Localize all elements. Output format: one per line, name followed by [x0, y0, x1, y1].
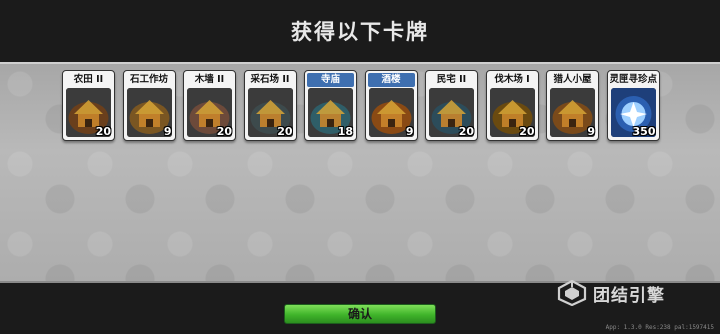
engine-name: 团结引擎 [593, 285, 665, 306]
reward-title: 获得以下卡牌 [291, 20, 429, 44]
reward-card[interactable]: 寺庙 18 [304, 70, 357, 141]
reward-card[interactable]: 伐木场 I 20 [485, 70, 539, 141]
reward-card[interactable]: 灵匣寻珍点数 350 [606, 70, 660, 141]
reward-card[interactable]: 木墙 II 20 [183, 70, 236, 141]
card-count: 9 [587, 125, 595, 138]
card-count: 9 [163, 125, 172, 138]
card-label: 木墙 II [194, 74, 225, 85]
reward-card[interactable]: 农田 II 20 [62, 70, 115, 141]
engine-logo-icon [557, 280, 587, 306]
card-count: 20 [216, 125, 232, 138]
card-count: 20 [458, 125, 474, 138]
card-label: 农田 II [73, 74, 104, 85]
confirm-button[interactable]: 确认 [284, 304, 436, 324]
card-count: 20 [519, 125, 535, 138]
card-label: 民宅 II [436, 74, 467, 85]
version-text: App: 1.3.0 Res:238 pal:1597415 [605, 324, 714, 331]
card-count: 350 [632, 125, 656, 138]
card-label: 灵匣寻珍点数 [609, 74, 657, 85]
card-label: 伐木场 I [494, 74, 530, 85]
card-count: 20 [277, 125, 293, 138]
reward-card[interactable]: 民宅 II 20 [425, 70, 478, 141]
card-label: 石工作坊 [129, 74, 168, 85]
card-label: 采石场 II [250, 74, 290, 85]
card-count: 20 [95, 125, 111, 138]
card-label: 寺庙 [307, 73, 354, 87]
reward-card[interactable]: 酒楼 9 [364, 70, 418, 141]
engine-brand: 团结引擎 [557, 280, 665, 306]
reward-card[interactable]: 猎人小屋 9 [546, 70, 599, 141]
card-label: 酒楼 [367, 73, 415, 87]
reward-card[interactable]: 石工作坊 9 [122, 70, 176, 141]
card-count: 9 [405, 125, 414, 138]
reward-card[interactable]: 采石场 II 20 [243, 70, 297, 141]
card-label: 猎人小屋 [553, 74, 592, 85]
card-count: 18 [337, 125, 353, 138]
